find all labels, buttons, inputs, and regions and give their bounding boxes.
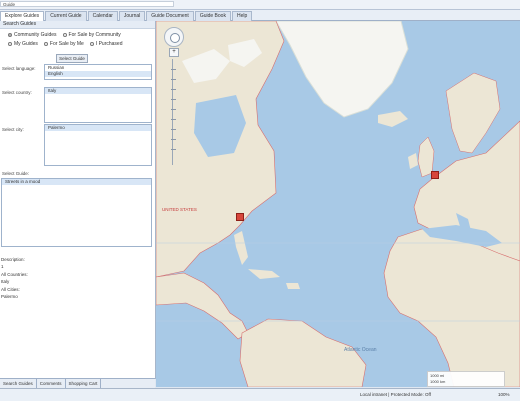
radio-for-sale-community[interactable]: For Sale by Community [62,32,121,38]
bottom-tabs: Search Guides Comments Shopping Cart [0,378,155,388]
tab-current-guide[interactable]: Current Guide [45,11,87,21]
zoom-tick [171,69,176,70]
tab-comments[interactable]: Comments [37,379,66,388]
zoom-tick [171,129,176,130]
world-map: UNITED STATES Atlantic Ocean [156,21,520,387]
radio-button-icon[interactable] [62,33,67,37]
map-scale: 1000 mi 1000 km [427,371,505,387]
all-countries-value: Italy [1,279,10,284]
main-tabs: Explore Guides Current Guide Calendar Jo… [0,10,520,21]
search-panel: Search Guides Community Guides For Sale … [0,21,156,379]
guide-source-radios: Community Guides For Sale by Community M… [0,29,155,47]
city-list[interactable]: Palermo [44,124,152,166]
country-item[interactable]: Italy [45,88,151,94]
radio-community-guides[interactable]: Community Guides [8,32,57,38]
map-view[interactable]: UNITED STATES Atlantic Ocean + 1000 mi 1… [156,21,520,387]
zoom-tick [171,109,176,110]
radio-button-icon[interactable] [43,42,48,46]
description-value: 1 [1,264,4,269]
radio-button-icon[interactable] [8,42,12,46]
all-cities-value: Palermo [1,294,18,299]
scale-label-km: 1000 km [430,379,446,384]
window-title: Guide [0,1,174,7]
zoom-tick [171,139,176,140]
scale-label-miles: 1000 mi [430,373,445,378]
guide-marker-europe[interactable] [431,171,439,179]
panel-title: Search Guides [0,21,155,29]
zoom-tick [171,99,176,100]
radio-i-purchased[interactable]: I Purchased [89,41,123,47]
tab-calendar[interactable]: Calendar [87,11,118,21]
zoom-level[interactable]: 100% [498,391,510,399]
status-bar: Local intranet | Protected Mode: Off 100… [0,388,520,401]
radio-label: For Sale by Me [49,41,84,47]
tab-search-guides[interactable]: Search Guides [0,379,37,388]
guide-marker-usa[interactable] [236,213,244,221]
tab-guide-document[interactable]: Guide Document [146,11,194,21]
radio-for-sale-by-me[interactable]: For Sale by Me [43,41,84,47]
us-map-label: UNITED STATES [162,207,197,212]
zoom-tick [171,89,176,90]
guide-item[interactable]: Streets in a mood [2,179,151,185]
radio-label: For Sale by Community [68,32,121,38]
zone-status: Local intranet | Protected Mode: Off [360,392,431,397]
zoom-tick [171,149,176,150]
tab-explore-guides[interactable]: Explore Guides [0,11,45,21]
title-bar: Guide [0,0,520,10]
country-label: Select country: [2,90,32,95]
tab-help[interactable]: Help [231,11,253,21]
tab-journal[interactable]: Journal [118,11,146,21]
zoom-slider[interactable] [171,59,179,165]
language-item[interactable]: English [45,71,151,77]
map-pan-control[interactable] [164,27,184,47]
language-label: Select language: [2,66,36,71]
radio-button-icon[interactable] [8,33,12,37]
all-cities-label: All Cities: [1,287,20,292]
radio-my-guides[interactable]: My Guides [8,41,38,47]
description-label: Description: [1,257,25,262]
tab-guide-book[interactable]: Guide Book [194,11,231,21]
zoom-tick [171,79,176,80]
language-list[interactable]: Russian English [44,64,152,80]
all-countries-label: All Countries: [1,272,28,277]
zoom-in-button[interactable]: + [169,48,179,57]
guide-label: Select Guide: [2,171,30,176]
radio-label: Community Guides [14,32,57,38]
country-list[interactable]: Italy [44,87,152,123]
select-guide-button[interactable]: Select Guide [56,54,88,63]
compass-icon[interactable] [170,33,180,43]
zoom-tick [171,119,176,120]
radio-label: My Guides [14,41,38,47]
city-item[interactable]: Palermo [45,125,151,131]
radio-label: I Purchased [95,41,123,47]
city-label: Select city: [2,127,24,132]
hispaniola-shape [286,283,300,289]
tab-shopping-cart[interactable]: Shopping Cart [66,379,102,388]
atlantic-map-label: Atlantic Ocean [344,347,377,353]
radio-button-icon[interactable] [89,42,94,46]
guide-list[interactable]: Streets in a mood [1,178,152,247]
